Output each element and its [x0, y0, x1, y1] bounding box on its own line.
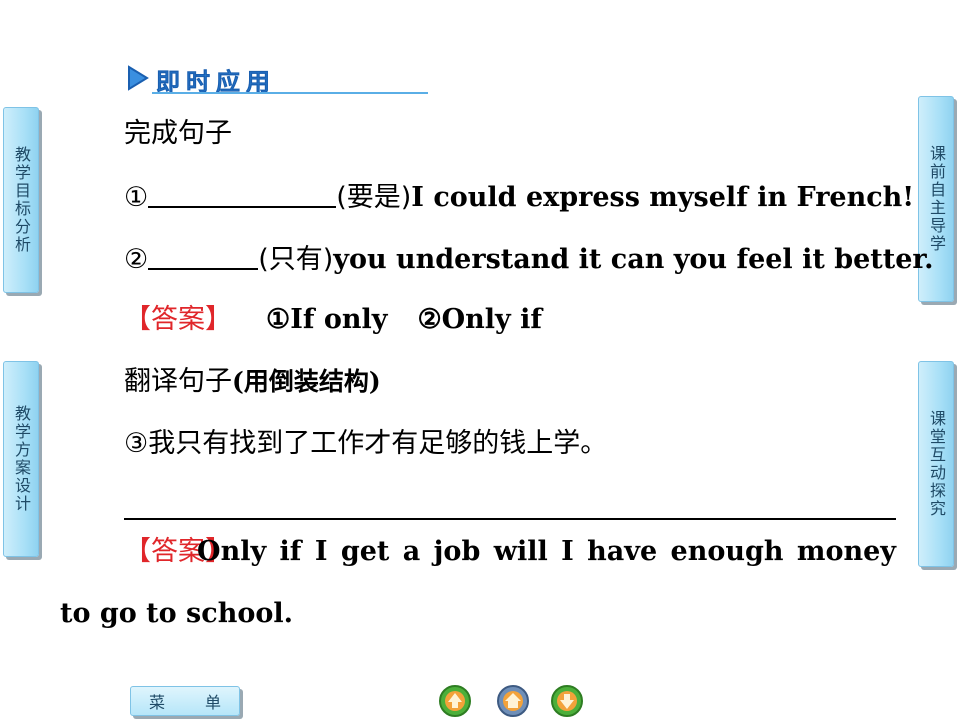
question-3: ③我只有找到了工作才有足够的钱上学。: [124, 428, 608, 459]
tab-label: 教学方案设计: [12, 405, 31, 513]
q1-blank[interactable]: [148, 180, 337, 208]
next-icon[interactable]: [550, 684, 584, 718]
answer-blank-line[interactable]: [124, 518, 896, 520]
answer-2-line-2: to go to school.: [60, 598, 293, 629]
question-1: ① (要是)I could express myself in French!: [124, 180, 914, 214]
section-translate-title: 翻译句子: [124, 366, 232, 397]
answer-1-part-1: ①If only: [266, 304, 388, 335]
q2-blank[interactable]: [148, 242, 259, 270]
answer-1: 【答案】 ①If only ②Only if: [124, 304, 542, 336]
q2-number: ②: [124, 244, 149, 275]
q1-text: I could express myself in French!: [411, 182, 915, 213]
home-icon[interactable]: [496, 684, 530, 718]
section-header: 即时应用: [126, 62, 428, 96]
q2-hint: (只有): [258, 244, 334, 275]
q2-text: you understand it can you feel it better…: [333, 244, 934, 275]
q1-number: ①: [124, 182, 149, 213]
play-arrow-icon: [128, 65, 149, 91]
section-translate: 翻译句子(用倒装结构): [124, 366, 381, 398]
section-translate-note: (用倒装结构): [232, 367, 381, 396]
menu-label-left: 菜: [149, 693, 166, 712]
question-2: ② (只有)you understand it can you feel it b…: [124, 242, 934, 276]
title-underline: [152, 92, 428, 94]
menu-button[interactable]: 菜 单: [130, 686, 240, 716]
section-complete-sentences: 完成句子: [124, 118, 232, 149]
q1-hint: (要是): [336, 182, 412, 213]
tab-label: 课堂互动探究: [927, 410, 946, 518]
prev-icon[interactable]: [438, 684, 472, 718]
tab-label: 教学目标分析: [12, 146, 31, 254]
answer-2: 【答案】 Only if I get a job will I have enou…: [124, 536, 896, 568]
answer-label: 【答案】: [124, 304, 232, 335]
tab-teaching-objectives[interactable]: 教学目标分析: [3, 107, 39, 293]
menu-label-right: 单: [204, 693, 221, 712]
tab-label: 课前自主导学: [927, 145, 946, 253]
tab-class-interaction[interactable]: 课堂互动探究: [918, 361, 954, 567]
tab-teaching-plan[interactable]: 教学方案设计: [3, 361, 39, 557]
answer-2-line-1: Only if I get a job will I have enough m…: [197, 536, 896, 567]
answer-1-part-2: ②Only if: [417, 304, 543, 335]
